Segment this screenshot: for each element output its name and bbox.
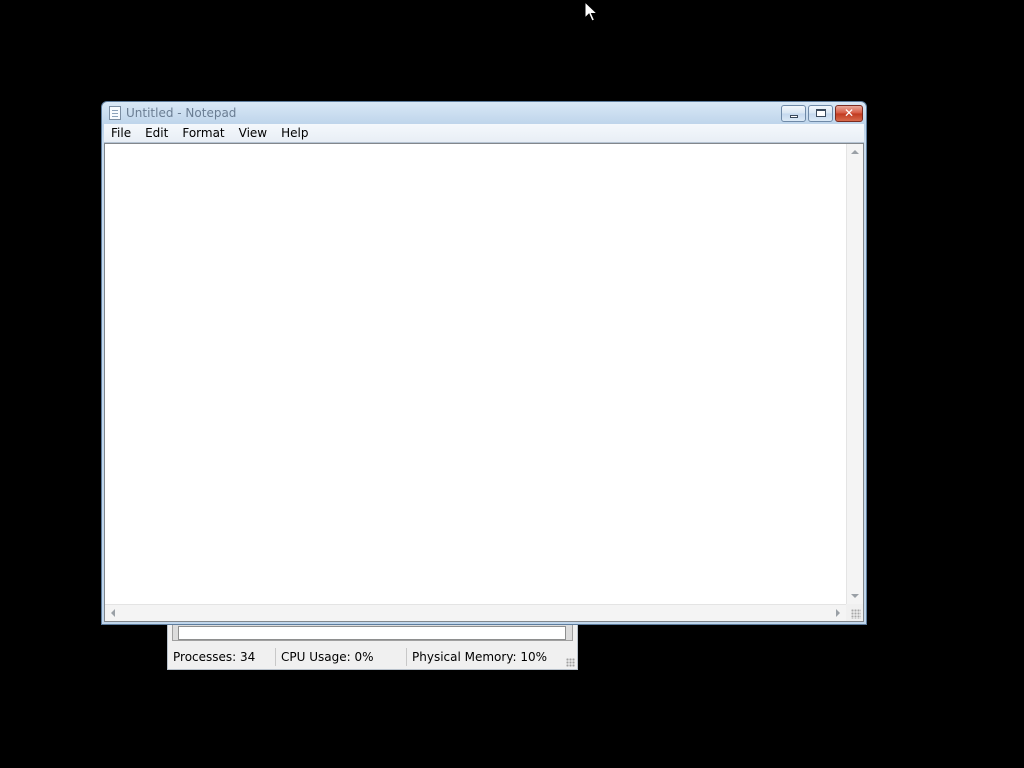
menu-help[interactable]: Help <box>274 124 315 142</box>
mouse-cursor-icon <box>584 1 598 22</box>
text-editor[interactable] <box>105 144 846 604</box>
notepad-icon[interactable] <box>109 106 121 120</box>
menu-edit[interactable]: Edit <box>138 124 175 142</box>
processes-count: Processes: 34 <box>168 648 276 666</box>
size-grip-icon[interactable] <box>846 604 863 621</box>
window-title: Untitled - Notepad <box>126 106 237 120</box>
menu-bar: File Edit Format View Help <box>104 124 864 143</box>
menu-file[interactable]: File <box>104 124 138 142</box>
maximize-icon <box>816 109 826 117</box>
minimize-icon <box>790 115 798 118</box>
close-button[interactable]: ✕ <box>835 105 863 122</box>
minimize-button[interactable] <box>781 105 806 122</box>
editor-area <box>104 143 864 622</box>
task-manager-status-bar: Processes: 34 CPU Usage: 0% Physical Mem… <box>168 646 577 669</box>
scroll-right-icon[interactable] <box>836 609 840 617</box>
task-manager-size-grip-icon[interactable] <box>566 658 575 667</box>
task-manager-list[interactable] <box>178 626 566 640</box>
notepad-window[interactable]: Untitled - Notepad ✕ File Edit Format Vi… <box>101 101 867 625</box>
vertical-scrollbar[interactable] <box>846 144 863 604</box>
scroll-left-icon[interactable] <box>111 609 115 617</box>
maximize-button[interactable] <box>808 105 833 122</box>
scroll-down-icon[interactable] <box>851 594 859 598</box>
menu-view[interactable]: View <box>232 124 274 142</box>
scroll-up-icon[interactable] <box>851 150 859 154</box>
physical-memory: Physical Memory: 10% <box>412 650 548 664</box>
close-icon: ✕ <box>843 106 855 120</box>
horizontal-scrollbar[interactable] <box>105 604 846 621</box>
cpu-usage: CPU Usage: 0% <box>276 648 407 666</box>
task-manager-window[interactable]: Processes: 34 CPU Usage: 0% Physical Mem… <box>167 620 578 670</box>
title-bar[interactable]: Untitled - Notepad ✕ <box>102 102 866 124</box>
menu-format[interactable]: Format <box>175 124 231 142</box>
